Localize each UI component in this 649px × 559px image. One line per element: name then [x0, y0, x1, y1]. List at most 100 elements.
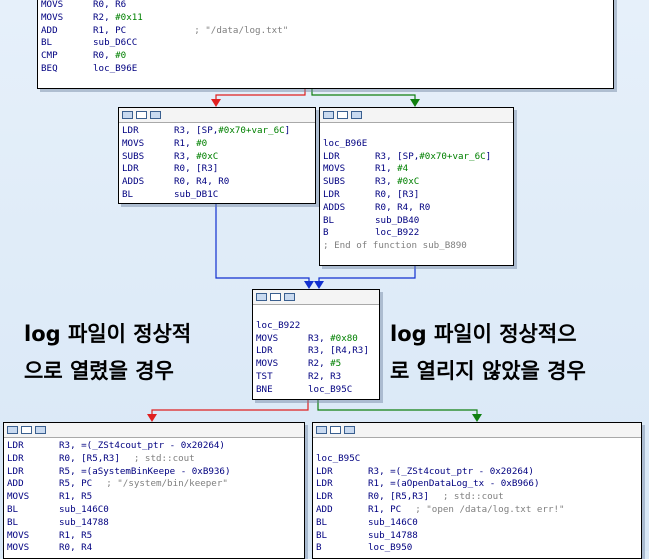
instruction-line[interactable]: MOVS R0, R6 — [41, 0, 613, 12]
list-icon[interactable] — [344, 426, 355, 434]
instruction-line[interactable]: BL sub_14788 — [316, 530, 641, 543]
operands: R2, R3 — [308, 370, 342, 382]
list-icon[interactable] — [35, 426, 46, 434]
operands: R3, #0xC — [375, 176, 420, 188]
block-label: loc_B922 — [256, 319, 301, 331]
instruction-line[interactable]: LDR R0, [R5,R3] ; std::cout — [7, 453, 304, 466]
instruction-line[interactable]: MOVS R3, #0x80 — [256, 333, 379, 346]
code-block-middle[interactable]: loc_B922 MOVS R3, #0x80 LDR R3, [R4,R3] MOVS… — [252, 289, 380, 400]
instruction-line[interactable]: LDR R0, [R5,R3] ; std::cout — [316, 491, 641, 504]
mnemonic: BL — [7, 516, 19, 528]
instruction-line[interactable]: MOVS R1, R5 — [7, 491, 304, 504]
instruction-line[interactable]: LDR R3, =(_ZSt4cout_ptr - 0x20264) — [7, 440, 304, 453]
operands: R2, #5 — [308, 358, 342, 370]
mnemonic: LDR — [316, 491, 333, 503]
operands: R0, R4, R0 — [174, 176, 230, 188]
block-header — [313, 423, 641, 438]
graph-icon[interactable] — [21, 426, 32, 434]
operands: R0, #0 — [93, 50, 127, 62]
graph-icon[interactable] — [270, 293, 281, 301]
list-icon[interactable] — [150, 111, 161, 119]
instruction-line[interactable]: Bloc_B922 — [323, 227, 513, 240]
instruction-line[interactable]: LDR R3, [SP,#0x70+var_6C] — [122, 125, 315, 138]
instruction-line[interactable]: BEQ loc_B96E — [41, 63, 613, 76]
comment: ; std::cout — [442, 491, 504, 503]
edge-left-to-mid-arrow — [304, 281, 314, 289]
instruction-line[interactable]: BL sub_146C0 — [7, 504, 304, 517]
code-block-right[interactable]: loc_B96E LDR R3, [SP,#0x70+var_6C] MOVS R1,… — [319, 107, 514, 266]
mnemonic: MOVS — [41, 11, 64, 23]
color-icon[interactable] — [122, 111, 133, 119]
mnemonic: ADDS — [122, 176, 145, 188]
edge-mid-false — [151, 398, 309, 417]
code-lines: loc_B95C LDR R3, =(_ZSt4cout_ptr - 0x2026… — [313, 438, 641, 555]
operands: R1, PC — [93, 24, 127, 36]
instruction-line[interactable]: TST R2, R3 — [256, 371, 379, 384]
instruction-line[interactable]: SUBS R3, #0xC — [323, 176, 513, 189]
instruction-line[interactable]: ADD R1, PC ; "open /data/log.txt err!" — [316, 504, 641, 517]
instruction-line[interactable]: ADD R1, PC ; "/data/log.txt" — [41, 25, 613, 38]
mnemonic: BEQ — [41, 62, 58, 74]
instruction-line[interactable]: LDR R0, [R3] — [323, 189, 513, 202]
mnemonic: LDR — [316, 478, 333, 490]
instruction-line[interactable]: MOVS R2, #0x11 — [41, 12, 613, 25]
mnemonic: MOVS — [7, 491, 30, 503]
instruction-line[interactable]: LDR R3, [SP,#0x70+var_6C] — [323, 151, 513, 164]
edge-right-to-mid — [318, 264, 416, 284]
instruction-line[interactable]: ADDS R0, R4, R0 — [323, 202, 513, 215]
operands: R0, R4, R0 — [375, 201, 431, 213]
mnemonic: ADDS — [323, 201, 346, 213]
instruction-line[interactable]: BL sub_DB1C — [122, 189, 315, 202]
color-icon[interactable] — [323, 111, 334, 119]
instruction-line[interactable]: BL sub_D6CC — [41, 37, 613, 50]
instruction-line[interactable]: MOVS R0, R4 — [7, 542, 304, 555]
mnemonic: CMP — [41, 50, 58, 62]
graph-icon[interactable] — [330, 426, 341, 434]
instruction-line[interactable]: BL sub_146C0 — [316, 517, 641, 530]
operands: R1, R5 — [59, 529, 93, 541]
list-icon[interactable] — [284, 293, 295, 301]
instruction-line[interactable]: LDR R1, =(aOpenDataLog_tx - 0xB966) — [316, 478, 641, 491]
instruction-line[interactable]: MOVS R2, #5 — [256, 358, 379, 371]
mnemonic: LDR — [256, 345, 273, 357]
instruction-line[interactable]: BL sub_14788 — [7, 517, 304, 530]
graph-icon[interactable] — [136, 111, 147, 119]
instruction-line[interactable]: LDR R3, [R4,R3] — [256, 345, 379, 358]
instruction-line[interactable]: ADDS R0, R4, R0 — [122, 176, 315, 189]
operands: R1, #4 — [375, 163, 409, 175]
instruction-line[interactable]: BNE loc_B95C — [256, 384, 379, 397]
operands: R3, =(_ZSt4cout_ptr - 0x20264) — [59, 440, 225, 451]
code-block-top[interactable]: MOVS R0, R6 MOVS R2, #0x11 ADD R1, PC ; "/data… — [37, 0, 614, 89]
instruction-line[interactable]: LDR R3, =(_ZSt4cout_ptr - 0x20264) — [316, 466, 641, 479]
operands: sub_DB40 — [375, 214, 420, 226]
block-header — [320, 108, 513, 123]
color-icon[interactable] — [316, 426, 327, 434]
block-label: loc_B96E — [323, 137, 368, 149]
graph-icon[interactable] — [337, 111, 348, 119]
instruction-line[interactable]: CMP R0, #0 — [41, 50, 613, 63]
color-icon[interactable] — [7, 426, 18, 434]
instruction-line[interactable]: BL sub_DB40 — [323, 215, 513, 228]
mnemonic: MOVS — [256, 332, 279, 344]
instruction-line[interactable]: SUBS R3, #0xC — [122, 151, 315, 164]
operands: sub_D6CC — [93, 37, 138, 49]
mnemonic: BL — [122, 188, 134, 200]
instruction-line[interactable]: MOVS R1, #4 — [323, 163, 513, 176]
block-label: loc_B95C — [316, 452, 361, 464]
list-icon[interactable] — [351, 111, 362, 119]
instruction-line[interactable]: LDR R5, =(aSystemBinKeepe - 0xB936) — [7, 466, 304, 479]
instruction-line[interactable]: MOVS R1, #0 — [122, 138, 315, 151]
edge-left-to-mid — [215, 202, 310, 284]
operands: R0, [R5,R3] — [368, 491, 429, 503]
instruction-line[interactable]: Bloc_B950 — [316, 542, 641, 555]
code-block-bottom-left[interactable]: LDR R3, =(_ZSt4cout_ptr - 0x20264) LDR R0, … — [3, 422, 305, 559]
mnemonic: MOVS — [323, 163, 346, 175]
instruction-line[interactable]: LDR R0, [R3] — [122, 163, 315, 176]
code-block-left[interactable]: LDR R3, [SP,#0x70+var_6C] MOVS R1, #0 SUBS R3… — [118, 107, 316, 204]
color-icon[interactable] — [256, 293, 267, 301]
instruction-line[interactable]: ADD R5, PC ; "/system/bin/keeper" — [7, 478, 304, 491]
code-block-bottom-right[interactable]: loc_B95C LDR R3, =(_ZSt4cout_ptr - 0x2026… — [312, 422, 642, 559]
comment: ; "/system/bin/keeper" — [106, 478, 228, 490]
instruction-line[interactable]: MOVS R1, R5 — [7, 530, 304, 543]
